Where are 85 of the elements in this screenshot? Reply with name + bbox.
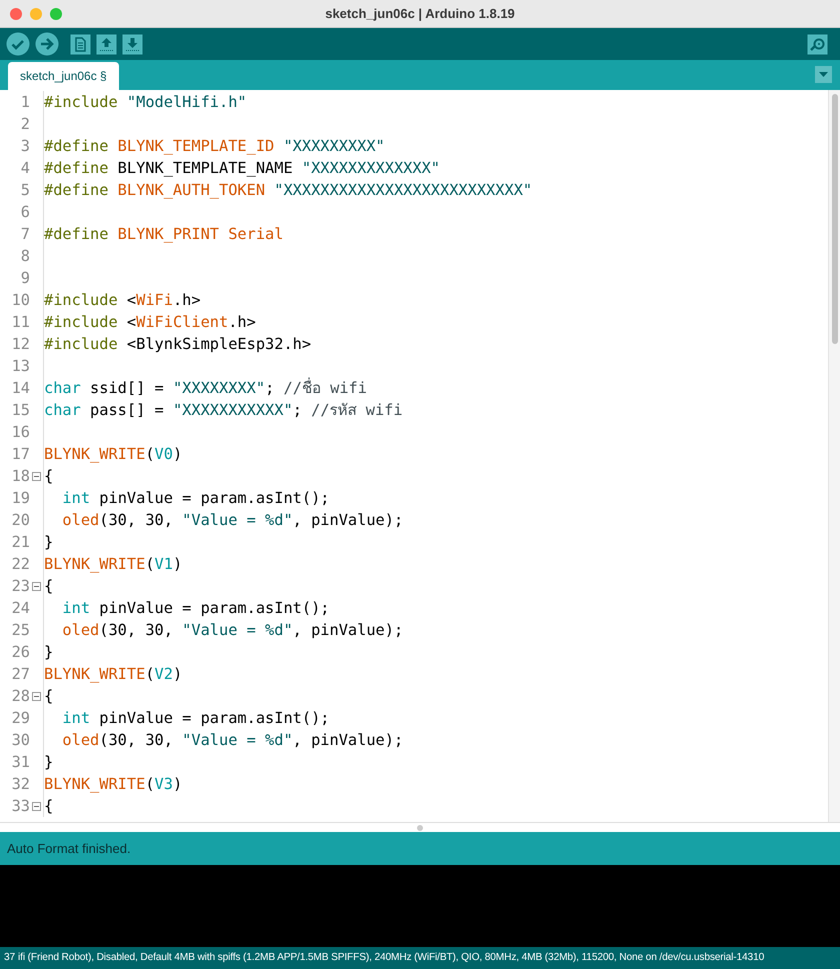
- line-number: 31: [10, 752, 30, 773]
- code-line: #include <WiFiClient.h>: [43, 311, 256, 333]
- new-button[interactable]: [70, 34, 91, 54]
- line-number: 30: [10, 730, 30, 751]
- line-number: 29: [10, 708, 30, 729]
- serial-monitor-button[interactable]: [807, 34, 828, 54]
- line-number: 2: [20, 114, 30, 135]
- fold-icon[interactable]: [32, 582, 41, 590]
- window-title: sketch_jun06c | Arduino 1.8.19: [325, 6, 515, 21]
- code-line: #include <BlynkSimpleEsp32.h>: [43, 333, 312, 355]
- line-number: 19: [10, 488, 30, 509]
- check-icon: [6, 32, 30, 56]
- line-number-indicator: 37: [4, 951, 16, 966]
- board-info: ifi (Friend Robot), Disabled, Default 4MB with spiffs (1.2MB APP/1.5MB SPIFFS), 240MHz (WiFi/BT), QIO, 80MHz, 4MB (32Mb), 115200, None on /dev/cu.usbserial-14310: [18, 951, 764, 966]
- code-line: char pass[] = "XXXXXXXXXXX"; //รหัส wifi: [43, 399, 403, 421]
- fold-icon[interactable]: [32, 472, 41, 480]
- line-number: 18: [10, 466, 30, 487]
- code-line: #include "ModelHifi.h": [43, 91, 247, 113]
- code-line: #define BLYNK_AUTH_TOKEN "XXXXXXXXXXXXXXXXXXXXXXXXXX": [43, 179, 532, 201]
- line-number: 26: [10, 642, 30, 663]
- code-line: BLYNK_WRITE(V1): [43, 553, 182, 575]
- open-button[interactable]: [96, 34, 117, 54]
- code-line: char ssid[] = "XXXXXXXX"; //ชื่อ wifi: [43, 377, 367, 399]
- code-line: {: [43, 465, 54, 487]
- line-number: 1: [20, 92, 30, 113]
- magnifier-icon: [807, 34, 828, 54]
- line-number: 5: [20, 180, 30, 201]
- line-number: 23: [10, 576, 30, 597]
- line-number: 25: [10, 620, 30, 641]
- maximize-button[interactable]: [50, 8, 62, 20]
- code-line: int pinValue = param.asInt();: [43, 707, 330, 729]
- line-number: 10: [10, 290, 30, 311]
- line-number: 22: [10, 554, 30, 575]
- line-number: 9: [20, 268, 30, 289]
- code-line: #define BLYNK_TEMPLATE_ID "XXXXXXXXX": [43, 135, 385, 157]
- line-number: 27: [10, 664, 30, 685]
- upload-button[interactable]: [35, 32, 59, 56]
- tab-menu-button[interactable]: [815, 66, 832, 83]
- line-number: 3: [20, 136, 30, 157]
- line-number: 20: [10, 510, 30, 531]
- editor-tab[interactable]: sketch_jun06c §: [8, 62, 119, 90]
- code-line: int pinValue = param.asInt();: [43, 487, 330, 509]
- line-number: 21: [10, 532, 30, 553]
- scrollbar-thumb[interactable]: [832, 94, 838, 344]
- code-line: int pinValue = param.asInt();: [43, 597, 330, 619]
- code-line: {: [43, 795, 54, 817]
- save-button[interactable]: [122, 34, 143, 54]
- line-number: 8: [20, 246, 30, 267]
- code-line: BLYNK_WRITE(V3): [43, 773, 182, 795]
- verify-button[interactable]: [6, 32, 30, 56]
- code-line: }: [43, 751, 54, 773]
- fold-icon[interactable]: [32, 692, 41, 700]
- code-line: {: [43, 685, 54, 707]
- code-line: oled(30, 30, "Value = %d", pinValue);: [43, 619, 404, 641]
- line-number: 17: [10, 444, 30, 465]
- code-line: BLYNK_WRITE(V0): [43, 443, 182, 465]
- code-line: #define BLYNK_PRINT Serial: [43, 223, 284, 245]
- line-number: 4: [20, 158, 30, 179]
- line-number: 14: [10, 378, 30, 399]
- code-line: #include <WiFi.h>: [43, 289, 201, 311]
- line-number: 7: [20, 224, 30, 245]
- splitter-handle-icon[interactable]: [417, 824, 423, 830]
- code-line: oled(30, 30, "Value = %d", pinValue);: [43, 509, 404, 531]
- line-number: 24: [10, 598, 30, 619]
- line-number: 15: [10, 400, 30, 421]
- document-icon: [70, 34, 91, 54]
- code-line: {: [43, 575, 54, 597]
- caret-icon: [815, 66, 832, 83]
- line-number: 6: [20, 202, 30, 223]
- code-line: oled(30, 30, "Value = %d", pinValue);: [43, 729, 404, 751]
- close-button[interactable]: [10, 8, 22, 20]
- line-number: 33: [10, 796, 30, 817]
- code-line: }: [43, 531, 54, 553]
- line-number: 12: [10, 334, 30, 355]
- code-line: BLYNK_WRITE(V2): [43, 663, 182, 685]
- line-number: 13: [10, 356, 30, 377]
- line-number: 11: [10, 312, 30, 333]
- code-line: }: [43, 641, 54, 663]
- scrollbar[interactable]: [828, 90, 840, 822]
- line-number: 16: [10, 422, 30, 443]
- fold-icon[interactable]: [32, 802, 41, 810]
- code-line: #define BLYNK_TEMPLATE_NAME "XXXXXXXXXXXXX": [43, 157, 440, 179]
- status-message: Auto Format finished.: [7, 840, 131, 858]
- line-number: 32: [10, 774, 30, 795]
- line-number: 28: [10, 686, 30, 707]
